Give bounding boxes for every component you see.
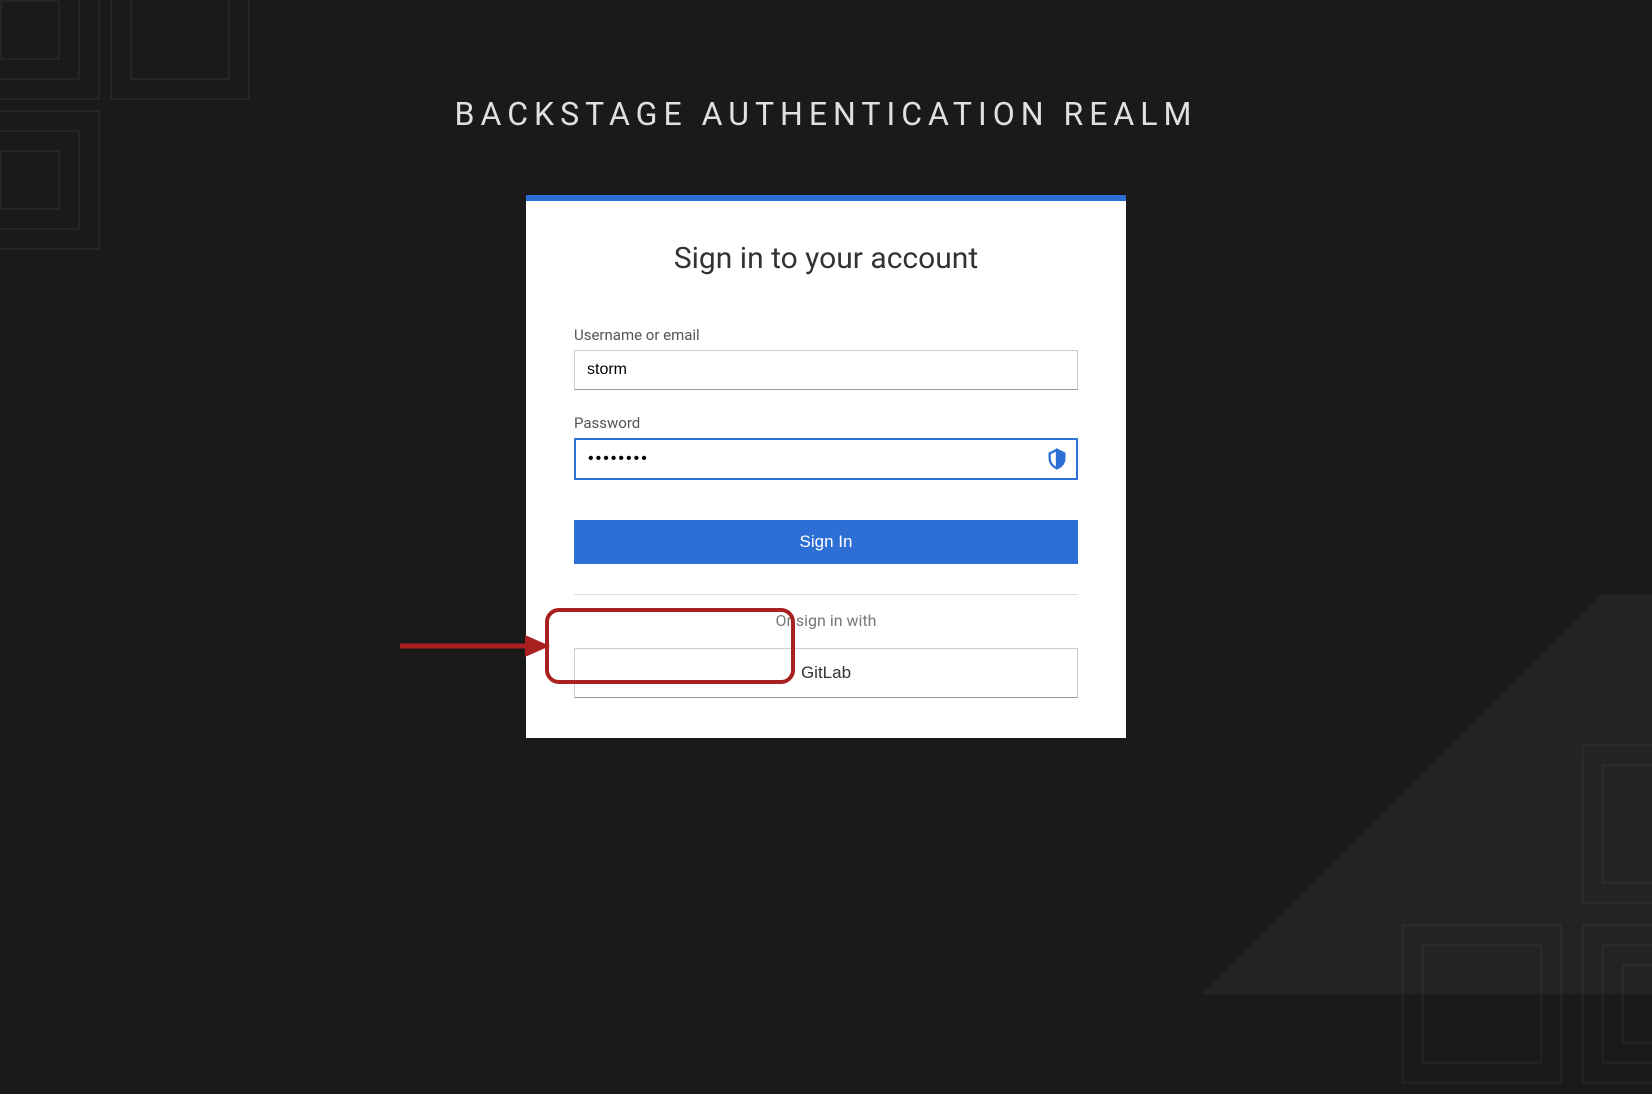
- signin-button[interactable]: Sign In: [574, 520, 1078, 564]
- oauth-divider-text: Or sign in with: [574, 611, 1078, 630]
- background-pattern-bottom-right: [1152, 594, 1652, 1094]
- password-label: Password: [574, 414, 1078, 432]
- username-input[interactable]: [574, 350, 1078, 390]
- page-title: BACKSTAGE AUTHENTICATION REALM: [455, 95, 1198, 133]
- login-card: Sign in to your account Username or emai…: [526, 195, 1126, 738]
- login-form: Username or email Password Sign In Or si…: [526, 326, 1126, 738]
- username-label: Username or email: [574, 326, 1078, 344]
- gitlab-oauth-button[interactable]: GitLab: [574, 648, 1078, 698]
- card-heading: Sign in to your account: [526, 241, 1126, 276]
- password-input[interactable]: [574, 438, 1078, 480]
- background-pattern-top-left: [0, 0, 250, 300]
- shield-icon[interactable]: [1046, 448, 1068, 470]
